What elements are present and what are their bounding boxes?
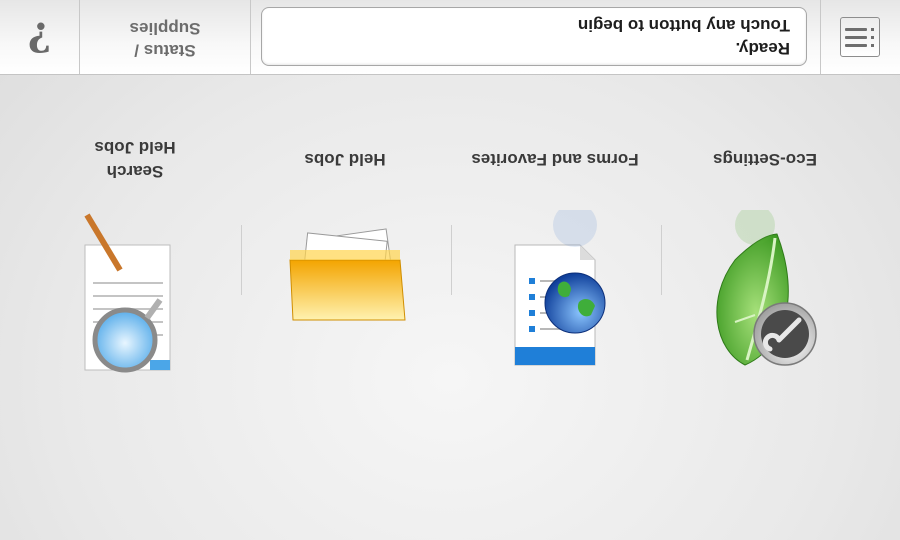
tile-label-held: Held Jobs [304,150,386,169]
search-held-jobs-icon [84,213,171,373]
tile-label-forms: Forms and Favorites [471,150,639,169]
tile-label-eco: Eco-Settings [713,150,817,169]
message-line-touch: Touch any button to begin [577,16,790,35]
status-supplies-button[interactable]: Status / Supplies [80,0,250,74]
tile-eco-settings[interactable]: Eco-Settings [665,130,865,410]
supplies-label: Supplies [129,19,201,38]
status-message-box: Ready. Touch any button to begin [261,7,807,66]
status-label: Status / [134,41,196,60]
tile-label-search: Search [106,162,164,181]
menu-button[interactable] [822,0,900,74]
eco-leaf-wrench-icon [716,205,817,366]
folder-icon [289,228,406,321]
home-screen: Ready. Touch any button to begin Status … [0,0,900,540]
tile-held-jobs[interactable]: Held Jobs [245,130,445,410]
header-bar: Ready. Touch any button to begin Status … [0,0,900,74]
tile-search-held-jobs[interactable]: Search Held Jobs [35,130,235,410]
message-line-ready: Ready. [735,39,791,58]
tile-forms-favorites[interactable]: Forms and Favorites [455,130,655,410]
menu-list-icon [840,17,880,57]
forms-globe-icon [514,203,606,366]
help-button[interactable]: ? [0,0,79,74]
tile-label-held-jobs: Held Jobs [94,138,176,157]
help-icon: ? [27,13,52,60]
